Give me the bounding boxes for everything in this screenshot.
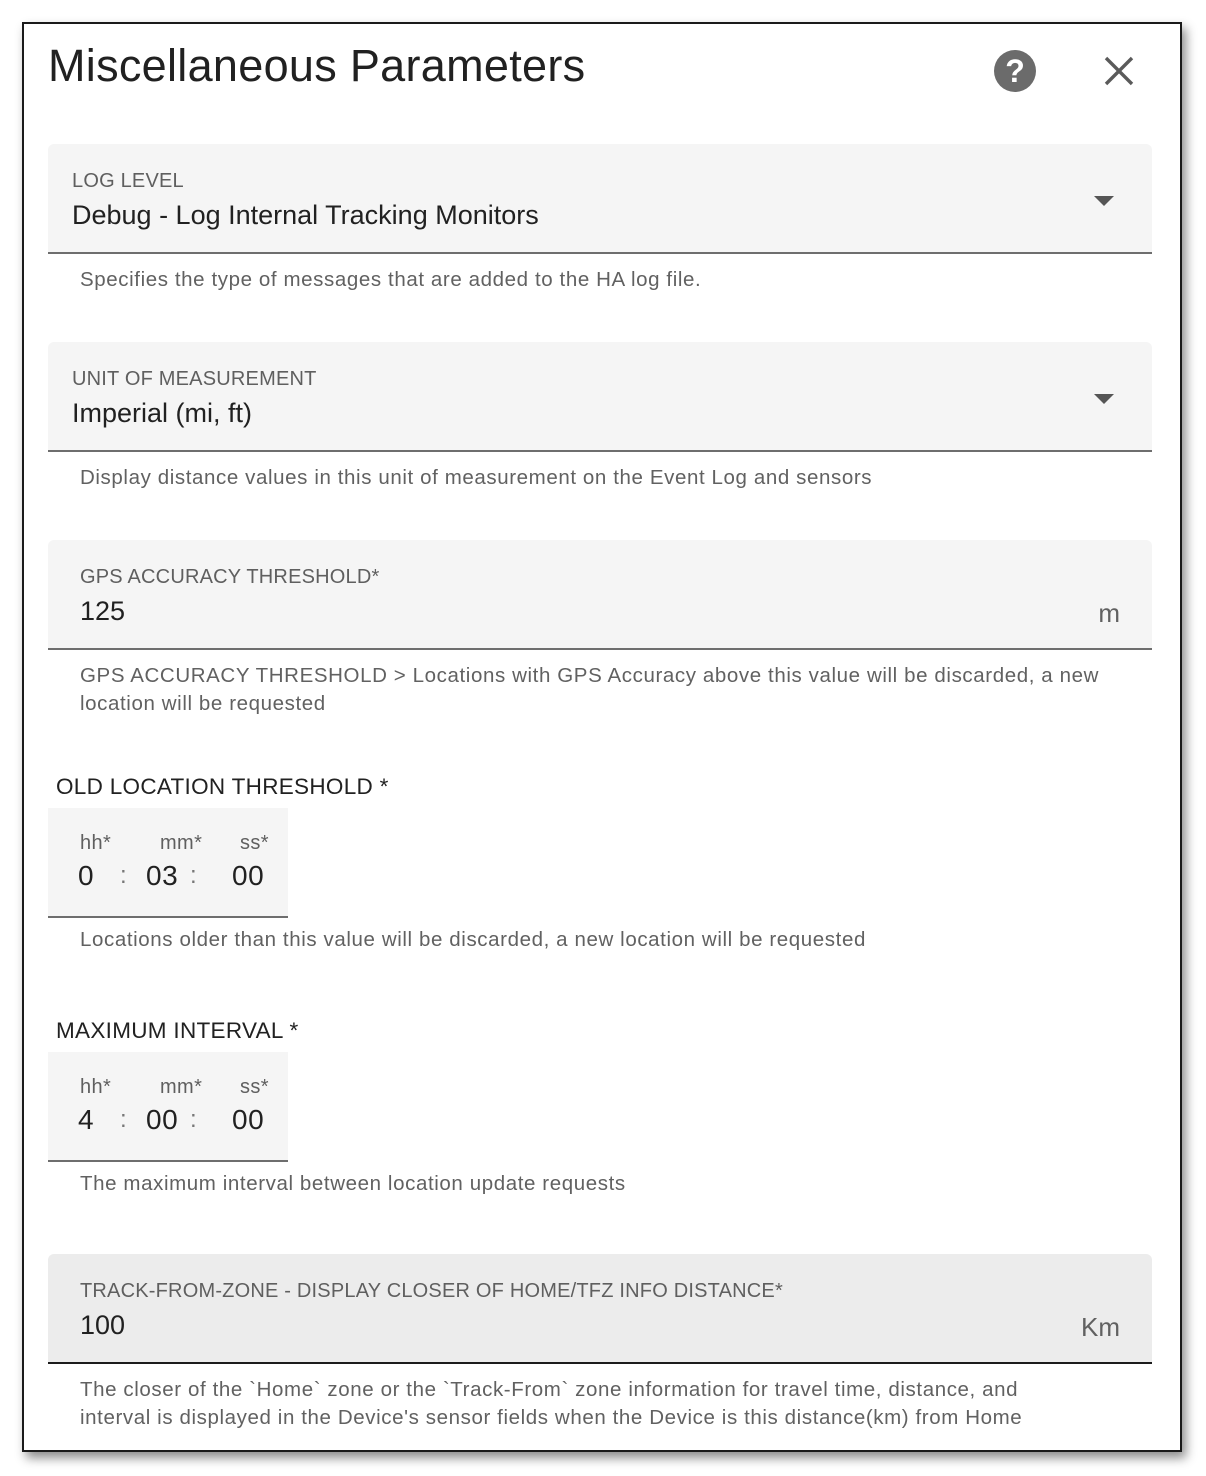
dialog-title: Miscellaneous Parameters — [48, 40, 586, 91]
gps-accuracy-unit: m — [1098, 598, 1120, 628]
misc-parameters-dialog: Miscellaneous Parameters ? LOG LEVEL Deb… — [22, 22, 1182, 1452]
seconds-input[interactable]: 00 — [232, 860, 264, 892]
track-from-zone-helper-line-2: interval is displayed in the Device's se… — [80, 1406, 1023, 1429]
old-location-title: OLD LOCATION THRESHOLD * — [56, 774, 389, 799]
log-level-select[interactable]: LOG LEVEL Debug - Log Internal Tracking … — [48, 144, 1152, 254]
seconds-label: ss* — [240, 832, 269, 854]
gps-accuracy-input[interactable]: 125 — [80, 596, 125, 627]
log-level-label: LOG LEVEL — [72, 170, 184, 192]
track-from-zone-helper-line-1: The closer of the `Home` zone or the `Tr… — [80, 1378, 1019, 1401]
chevron-down-icon[interactable] — [1094, 394, 1114, 404]
unit-of-measurement-helper: Display distance values in this unit of … — [80, 466, 873, 489]
log-level-value: Debug - Log Internal Tracking Monitors — [72, 200, 539, 230]
gps-accuracy-helper: GPS ACCURACY THRESHOLD > Locations with … — [80, 664, 1099, 715]
time-separator: : — [190, 862, 197, 889]
old-location-duration-input: hh* mm* ss* 0 : 03 : 00 — [48, 808, 288, 918]
unit-of-measurement-label: UNIT OF MEASUREMENT — [72, 368, 317, 390]
old-location-helper: Locations older than this value will be … — [80, 928, 866, 951]
track-from-zone-label: TRACK-FROM-ZONE - DISPLAY CLOSER OF HOME… — [80, 1280, 783, 1302]
gps-accuracy-label: GPS ACCURACY THRESHOLD* — [80, 566, 380, 588]
hours-input[interactable]: 0 — [78, 860, 94, 892]
help-icon[interactable]: ? — [994, 50, 1036, 92]
time-separator: : — [120, 1106, 127, 1133]
track-from-zone-helper: The closer of the `Home` zone or the `Tr… — [80, 1376, 1120, 1432]
max-interval-helper: The maximum interval between location up… — [80, 1172, 626, 1195]
unit-of-measurement-value: Imperial (mi, ft) — [72, 398, 253, 428]
hours-label: hh* — [80, 832, 112, 854]
close-icon[interactable] — [1102, 54, 1136, 88]
minutes-input[interactable]: 00 — [146, 1104, 178, 1136]
minutes-label: mm* — [160, 832, 203, 854]
close-icon-graphic — [1104, 56, 1134, 86]
minutes-label: mm* — [160, 1076, 203, 1098]
track-from-zone-unit: Km — [1081, 1312, 1120, 1342]
seconds-input[interactable]: 00 — [232, 1104, 264, 1136]
time-separator: : — [120, 862, 127, 889]
unit-of-measurement-select[interactable]: UNIT OF MEASUREMENT Imperial (mi, ft) — [48, 342, 1152, 452]
gps-accuracy-field[interactable]: GPS ACCURACY THRESHOLD* 125 m — [48, 540, 1152, 650]
minutes-input[interactable]: 03 — [146, 860, 178, 892]
time-separator: : — [190, 1106, 197, 1133]
hours-label: hh* — [80, 1076, 112, 1098]
max-interval-title: MAXIMUM INTERVAL * — [56, 1018, 299, 1043]
max-interval-duration-input: hh* mm* ss* 4 : 00 : 00 — [48, 1052, 288, 1162]
seconds-label: ss* — [240, 1076, 269, 1098]
log-level-helper: Specifies the type of messages that are … — [80, 268, 702, 291]
track-from-zone-distance-field[interactable]: TRACK-FROM-ZONE - DISPLAY CLOSER OF HOME… — [48, 1254, 1152, 1364]
track-from-zone-input[interactable]: 100 — [80, 1310, 125, 1341]
chevron-down-icon[interactable] — [1094, 196, 1114, 206]
hours-input[interactable]: 4 — [78, 1104, 94, 1136]
